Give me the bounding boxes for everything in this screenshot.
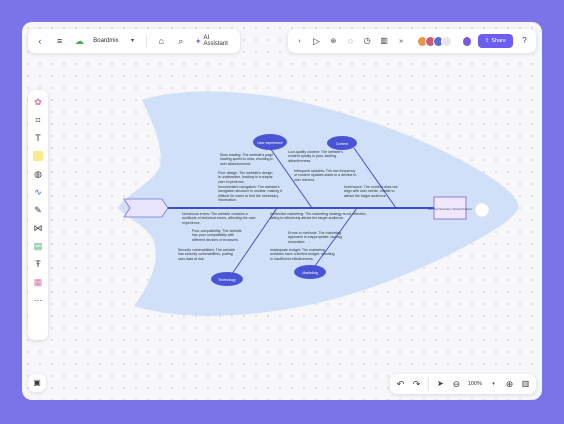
undo-icon[interactable]: ↶	[396, 378, 405, 390]
tail-arrow	[123, 198, 169, 218]
minimap-button[interactable]: ▣	[28, 374, 46, 392]
note-content-1: Low-quality content: The website's conte…	[288, 150, 343, 163]
note-tech-1: Numerous errors: The website contains a …	[182, 212, 256, 225]
fishbone-diagram: User experience Content Technology Marke…	[118, 91, 519, 316]
fish-eye	[474, 202, 490, 218]
fit-view-icon[interactable]: ▥	[521, 378, 530, 390]
note-mkt-3: Inadequate budget: The marketing activit…	[270, 248, 335, 261]
note-user-1: Slow loading: The website's page loading…	[220, 153, 274, 166]
divider	[428, 378, 429, 390]
minimap-icon: ▣	[33, 378, 41, 387]
note-tech-2: Poor compatibility: The website has poor…	[192, 229, 242, 242]
note-tech-3: Security vulnerabilities: The website ha…	[178, 248, 236, 261]
note-user-2: Poor design: The website's design is una…	[218, 171, 273, 184]
board-canvas[interactable]: ‹ ≡ ☁ Boardmix ▾ ⌂ ⌕ ✦ AI Assistant › ▷ …	[22, 22, 542, 400]
category-technology: Technology	[218, 278, 236, 282]
redo-icon[interactable]: ↷	[412, 378, 421, 390]
category-marketing: Marketing	[302, 271, 317, 275]
category-content: Content	[336, 142, 348, 146]
cursor-icon[interactable]: ➤	[436, 378, 445, 390]
zoom-level[interactable]: 100%	[468, 381, 482, 387]
note-user-3: Inconvenient navigation: The website's n…	[218, 185, 282, 202]
note-content-2: Infrequent updates: The low frequency of…	[294, 169, 357, 182]
bottom-right-toolbar: ↶ ↷ ➤ ⊖ 100% ▾ ⊕ ▥	[390, 374, 536, 394]
note-mkt-1: Ineffective marketing: The marketing str…	[270, 212, 367, 221]
zoom-out-icon[interactable]: ⊖	[452, 378, 461, 390]
zoom-in-icon[interactable]: ⊕	[505, 378, 514, 390]
chevron-down-icon[interactable]: ▾	[489, 378, 498, 390]
head-text: Low User Retention / Product Problem	[428, 207, 472, 211]
note-mkt-2: Errors in methods: The marketing approac…	[288, 231, 342, 244]
note-content-3: Irrelevance: The content does not align …	[344, 185, 398, 198]
category-user: User experience	[257, 141, 283, 145]
